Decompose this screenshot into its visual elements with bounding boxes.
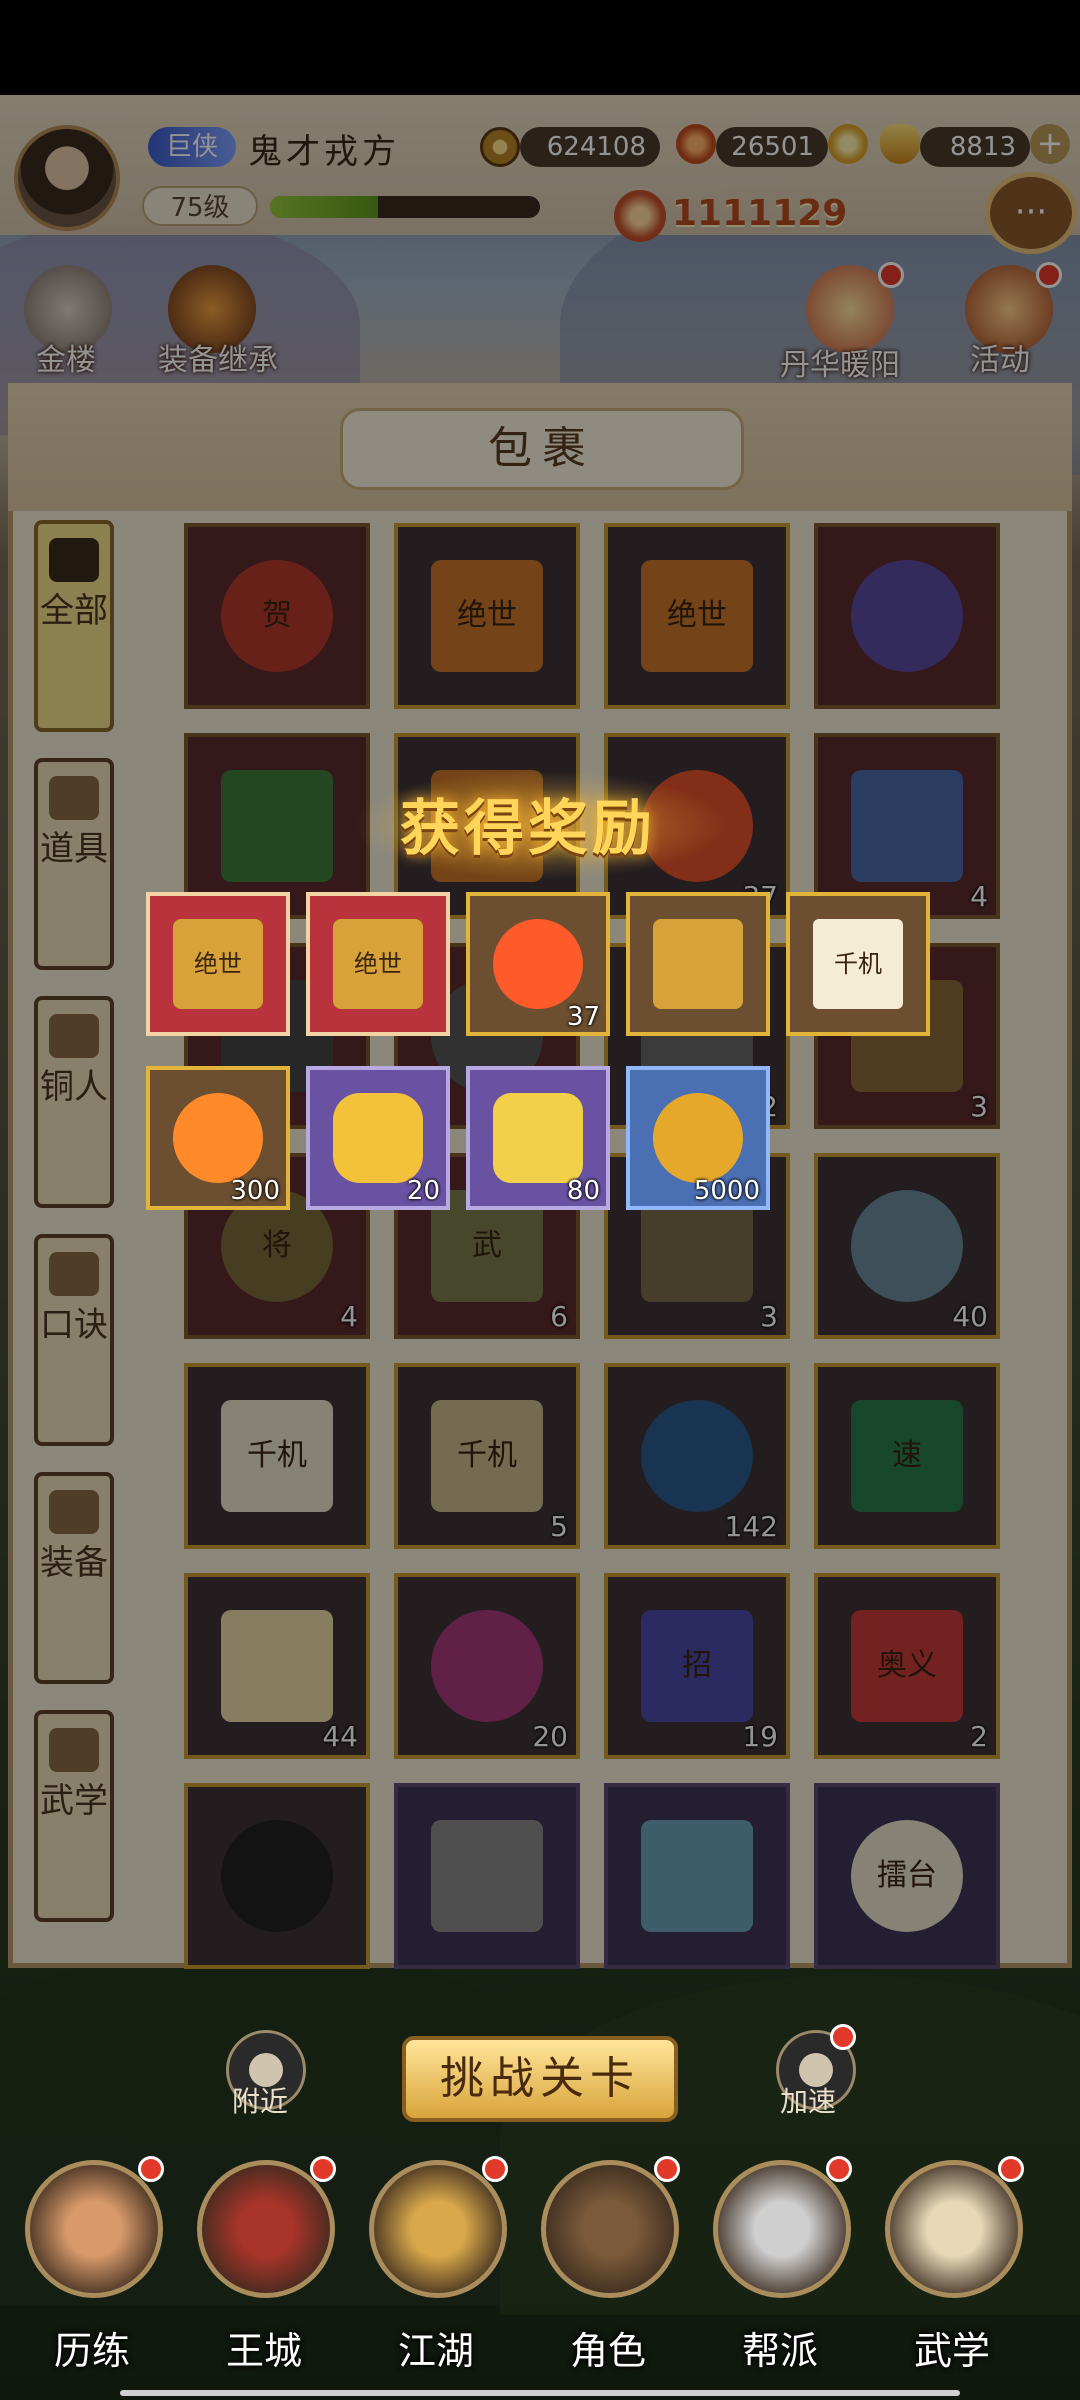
nav-2-button[interactable] [369, 2160, 507, 2298]
nearby-label: 附近 [232, 2085, 289, 2118]
reward-slot[interactable]: 300 [146, 1066, 290, 1210]
reward-item-icon [493, 1093, 583, 1183]
nav-notification-dot [138, 2156, 164, 2182]
nav-notification-dot [826, 2156, 852, 2182]
reward-item-icon [493, 919, 583, 1009]
reward-item-icon [333, 1093, 423, 1183]
nav-5-button[interactable] [885, 2160, 1023, 2298]
reward-item-icon [653, 1093, 743, 1183]
reward-slot[interactable]: 5000 [626, 1066, 770, 1210]
speedup-label: 加速 [780, 2085, 837, 2118]
reward-grid: 绝世 绝世 37 千机 300 20 80 5000 [146, 892, 936, 1222]
reward-title: 获得奖励 [400, 794, 656, 864]
reward-slot[interactable]: 37 [466, 892, 610, 1036]
speedup-notification-dot [830, 2024, 856, 2050]
reward-item-icon: 绝世 [333, 919, 423, 1009]
reward-slot[interactable]: 千机 [786, 892, 930, 1036]
nav-label: 王城 [226, 2329, 303, 2373]
nav-label: 历练 [54, 2329, 131, 2373]
nav-4-button[interactable] [713, 2160, 851, 2298]
reward-item-count: 5000 [693, 1176, 760, 1206]
home-indicator[interactable] [120, 2390, 960, 2396]
nav-label: 角色 [570, 2329, 647, 2373]
reward-slot[interactable]: 绝世 [146, 892, 290, 1036]
reward-item-icon: 千机 [813, 919, 903, 1009]
reward-slot[interactable]: 绝世 [306, 892, 450, 1036]
reward-slot[interactable]: 80 [466, 1066, 610, 1210]
nav-label: 江湖 [398, 2329, 475, 2373]
status-bar [0, 0, 1080, 95]
reward-item-count: 37 [566, 1002, 600, 1032]
nav-1-button[interactable] [197, 2160, 335, 2298]
nav-label: 帮派 [742, 2329, 819, 2373]
reward-slot[interactable] [626, 892, 770, 1036]
reward-item-count: 300 [230, 1176, 280, 1206]
reward-item-icon [173, 1093, 263, 1183]
nav-0-button[interactable] [25, 2160, 163, 2298]
reward-item-count: 80 [566, 1176, 600, 1206]
reward-item-icon [653, 919, 743, 1009]
bottom-nav: 历练 王城 江湖 角色 帮派 武学 [0, 2156, 1080, 2390]
challenge-stage-button[interactable]: 挑战关卡 [402, 2036, 678, 2122]
nav-notification-dot [310, 2156, 336, 2182]
nav-notification-dot [482, 2156, 508, 2182]
reward-item-icon: 绝世 [173, 919, 263, 1009]
nav-3-button[interactable] [541, 2160, 679, 2298]
reward-item-count: 20 [406, 1176, 440, 1206]
reward-slot[interactable]: 20 [306, 1066, 450, 1210]
nav-notification-dot [998, 2156, 1024, 2182]
nav-label: 武学 [914, 2329, 991, 2373]
nav-notification-dot [654, 2156, 680, 2182]
